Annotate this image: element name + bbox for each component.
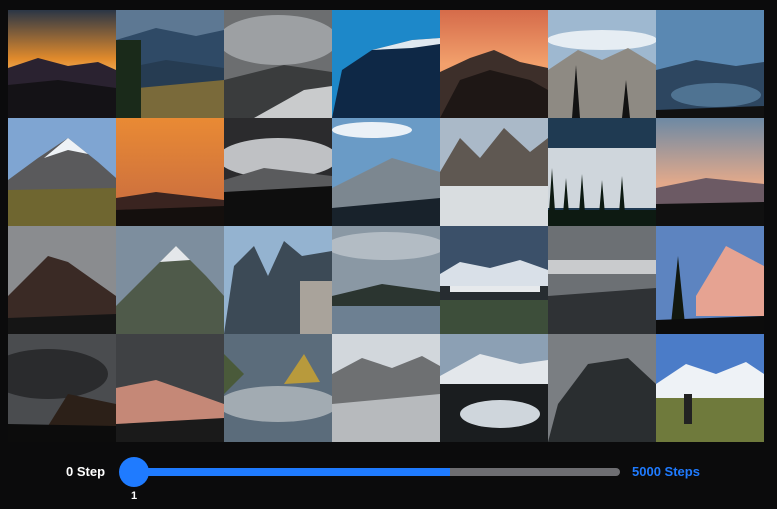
gallery-tile[interactable] [656, 10, 764, 118]
slider-value: 1 [130, 490, 138, 502]
gallery-tile[interactable] [548, 10, 656, 118]
gallery-tile[interactable] [656, 334, 764, 442]
gallery-tile[interactable] [548, 118, 656, 226]
slider-fill [135, 468, 451, 476]
step-slider-controls: 0 Step 1 5000 Steps [0, 450, 777, 509]
slider-track[interactable] [135, 468, 620, 476]
gallery-tile[interactable] [8, 10, 116, 118]
gallery-tile[interactable] [440, 226, 548, 334]
slider-thumb[interactable] [119, 457, 149, 487]
gallery-tile[interactable] [224, 10, 332, 118]
gallery-tile[interactable] [332, 10, 440, 118]
slider-max-label: 5000 Steps [632, 464, 700, 479]
gallery-tile[interactable] [116, 10, 224, 118]
gallery-tile[interactable] [332, 334, 440, 442]
gallery-tile[interactable] [656, 226, 764, 334]
gallery-tile[interactable] [440, 10, 548, 118]
gallery-tile[interactable] [440, 334, 548, 442]
gallery-tile[interactable] [332, 118, 440, 226]
gallery-tile[interactable] [224, 118, 332, 226]
gallery-tile[interactable] [116, 118, 224, 226]
gallery-tile[interactable] [8, 334, 116, 442]
gallery-tile[interactable] [224, 334, 332, 442]
gallery-tile[interactable] [8, 226, 116, 334]
gallery-tile[interactable] [548, 226, 656, 334]
gallery-tile[interactable] [656, 118, 764, 226]
gallery-tile[interactable] [224, 226, 332, 334]
gallery-tile[interactable] [332, 226, 440, 334]
gallery-tile[interactable] [8, 118, 116, 226]
gallery-tile[interactable] [116, 226, 224, 334]
gallery-tile[interactable] [548, 334, 656, 442]
gallery-tile[interactable] [440, 118, 548, 226]
slider-min-label: 0 Step [66, 464, 106, 479]
image-grid [8, 10, 764, 442]
gallery-tile[interactable] [116, 334, 224, 442]
